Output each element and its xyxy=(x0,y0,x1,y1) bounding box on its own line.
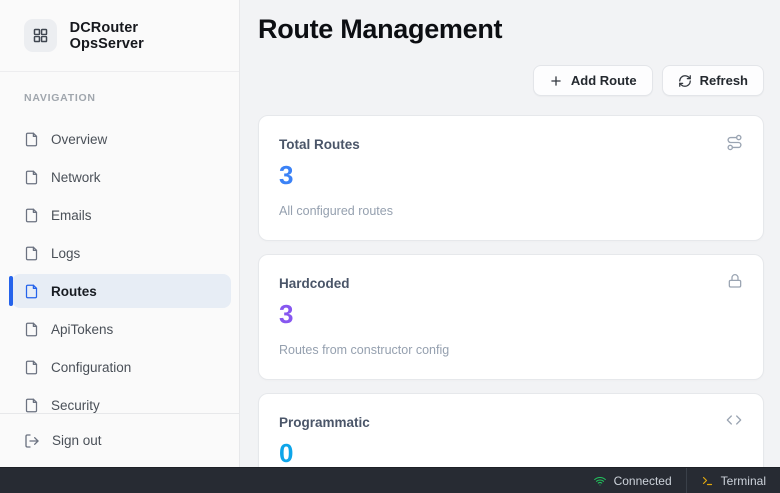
file-icon xyxy=(24,132,39,147)
add-route-label: Add Route xyxy=(571,73,637,88)
sidebar-item-label: Configuration xyxy=(51,360,131,375)
lock-icon xyxy=(727,273,743,289)
nav-section-label: NAVIGATION xyxy=(24,92,215,104)
card-total-routes: Total Routes 3 All configured routes xyxy=(258,115,764,241)
log-out-icon xyxy=(24,433,40,449)
sidebar-item-label: Emails xyxy=(51,208,92,223)
add-route-button[interactable]: Add Route xyxy=(533,65,653,96)
sidebar-footer: Sign out xyxy=(0,413,239,467)
sidebar-item-label: ApiTokens xyxy=(51,322,113,337)
route-icon xyxy=(726,134,743,151)
connection-status[interactable]: Connected xyxy=(579,468,686,493)
card-value: 3 xyxy=(279,162,743,188)
status-bar: Connected Terminal xyxy=(0,467,780,493)
sidebar-item-label: Security xyxy=(51,398,100,413)
card-title: Hardcoded xyxy=(279,273,350,291)
sidebar-item-configuration[interactable]: Configuration xyxy=(0,348,239,386)
sidebar: DCRouter OpsServer NAVIGATION Overview N… xyxy=(0,0,240,493)
sidebar-item-network[interactable]: Network xyxy=(0,158,239,196)
card-description: All configured routes xyxy=(279,204,743,218)
card-description: Routes from constructor config xyxy=(279,343,743,357)
sidebar-item-logs[interactable]: Logs xyxy=(0,234,239,272)
sidebar-header: DCRouter OpsServer xyxy=(0,0,239,72)
file-icon xyxy=(24,284,39,299)
sign-out-button[interactable]: Sign out xyxy=(0,433,239,449)
file-icon xyxy=(24,398,39,413)
app-title: DCRouter OpsServer xyxy=(70,20,215,52)
plus-icon xyxy=(549,74,563,88)
code-icon xyxy=(725,412,743,428)
card-value: 3 xyxy=(279,301,743,327)
wifi-icon xyxy=(593,475,607,487)
file-icon xyxy=(24,246,39,261)
terminal-icon xyxy=(701,475,714,487)
card-hardcoded: Hardcoded 3 Routes from constructor conf… xyxy=(258,254,764,380)
sidebar-item-emails[interactable]: Emails xyxy=(0,196,239,234)
app-window: DCRouter OpsServer NAVIGATION Overview N… xyxy=(0,0,780,493)
app-logo xyxy=(24,19,57,52)
file-icon xyxy=(24,208,39,223)
toolbar: Add Route Refresh xyxy=(258,65,764,96)
sidebar-item-apitokens[interactable]: ApiTokens xyxy=(0,310,239,348)
nav-list: Overview Network Emails Logs Routes ApiT… xyxy=(0,120,239,424)
sidebar-item-overview[interactable]: Overview xyxy=(0,120,239,158)
stat-cards: Total Routes 3 All configured routes Har… xyxy=(258,115,764,493)
connection-label: Connected xyxy=(614,474,672,488)
sidebar-item-label: Logs xyxy=(51,246,80,261)
sidebar-item-label: Overview xyxy=(51,132,107,147)
terminal-label: Terminal xyxy=(721,474,766,488)
terminal-toggle[interactable]: Terminal xyxy=(687,468,780,493)
sidebar-item-label: Routes xyxy=(51,284,97,299)
sidebar-item-routes[interactable]: Routes xyxy=(0,272,239,310)
grid-icon xyxy=(32,27,49,44)
page-title: Route Management xyxy=(258,14,764,45)
refresh-label: Refresh xyxy=(700,73,748,88)
card-title: Total Routes xyxy=(279,134,360,152)
main-content: Route Management Add Route Refresh Total… xyxy=(240,0,780,493)
refresh-button[interactable]: Refresh xyxy=(662,65,764,96)
sign-out-label: Sign out xyxy=(52,433,102,448)
card-title: Programmatic xyxy=(279,412,370,430)
file-icon xyxy=(24,170,39,185)
card-value: 0 xyxy=(279,440,743,466)
sidebar-item-label: Network xyxy=(51,170,101,185)
file-icon xyxy=(24,322,39,337)
file-icon xyxy=(24,360,39,375)
refresh-icon xyxy=(678,74,692,88)
